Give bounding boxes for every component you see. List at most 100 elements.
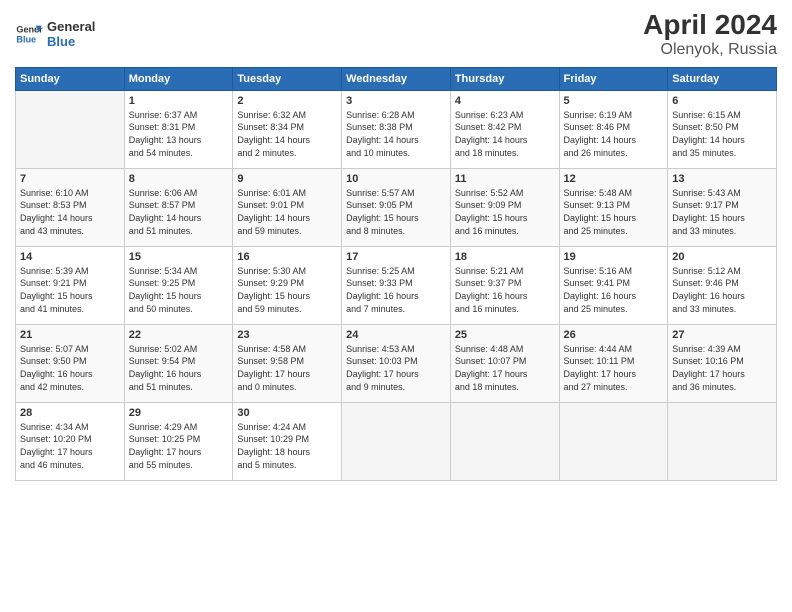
day-info: Sunrise: 5:02 AMSunset: 9:54 PMDaylight:… <box>129 343 229 393</box>
day-number: 19 <box>564 251 664 263</box>
day-number: 4 <box>455 95 555 107</box>
day-info: Sunrise: 5:48 AMSunset: 9:13 PMDaylight:… <box>564 187 664 237</box>
day-number: 29 <box>129 407 229 419</box>
day-info: Sunrise: 4:29 AMSunset: 10:25 PMDaylight… <box>129 421 229 471</box>
day-info: Sunrise: 4:24 AMSunset: 10:29 PMDaylight… <box>237 421 337 471</box>
calendar-cell: 14 Sunrise: 5:39 AMSunset: 9:21 PMDayligh… <box>16 246 125 324</box>
day-info: Sunrise: 6:23 AMSunset: 8:42 PMDaylight:… <box>455 109 555 159</box>
logo-text: General Blue <box>47 19 95 50</box>
calendar-cell: 11 Sunrise: 5:52 AMSunset: 9:09 PMDayligh… <box>450 168 559 246</box>
calendar-cell: 17Sunrise: 5:25 AMSunset: 9:33 PMDayligh… <box>342 246 451 324</box>
day-header-friday: Friday <box>559 67 668 90</box>
day-number: 12 <box>564 173 664 185</box>
day-info: Sunrise: 4:58 AMSunset: 9:58 PMDaylight:… <box>237 343 337 393</box>
calendar-cell: 3 Sunrise: 6:28 AMSunset: 8:38 PMDaylight… <box>342 90 451 168</box>
calendar-cell: 23Sunrise: 4:58 AMSunset: 9:58 PMDayligh… <box>233 324 342 402</box>
day-number: 21 <box>20 329 120 341</box>
calendar-title: April 2024 <box>643 10 777 41</box>
day-number: 22 <box>129 329 229 341</box>
day-info: Sunrise: 5:21 AMSunset: 9:37 PMDaylight:… <box>455 265 555 315</box>
day-info: Sunrise: 5:25 AMSunset: 9:33 PMDaylight:… <box>346 265 446 315</box>
day-header-sunday: Sunday <box>16 67 125 90</box>
calendar-cell <box>450 402 559 480</box>
week-row-5: 28 Sunrise: 4:34 AMSunset: 10:20 PMDaylig… <box>16 402 777 480</box>
calendar-cell: 24 Sunrise: 4:53 AMSunset: 10:03 PMDaylig… <box>342 324 451 402</box>
day-number: 11 <box>455 173 555 185</box>
day-number: 1 <box>129 95 229 107</box>
day-number: 18 <box>455 251 555 263</box>
calendar-cell: 10 Sunrise: 5:57 AMSunset: 9:05 PMDayligh… <box>342 168 451 246</box>
calendar-cell: 30 Sunrise: 4:24 AMSunset: 10:29 PMDaylig… <box>233 402 342 480</box>
day-number: 26 <box>564 329 664 341</box>
day-info: Sunrise: 5:30 AMSunset: 9:29 PMDaylight:… <box>237 265 337 315</box>
calendar-cell: 25Sunrise: 4:48 AMSunset: 10:07 PMDaylig… <box>450 324 559 402</box>
calendar-cell: 4 Sunrise: 6:23 AMSunset: 8:42 PMDaylight… <box>450 90 559 168</box>
day-info: Sunrise: 6:37 AMSunset: 8:31 PMDaylight:… <box>129 109 229 159</box>
day-info: Sunrise: 4:53 AMSunset: 10:03 PMDaylight… <box>346 343 446 393</box>
calendar-cell: 18 Sunrise: 5:21 AMSunset: 9:37 PMDayligh… <box>450 246 559 324</box>
calendar-cell: 13 Sunrise: 5:43 AMSunset: 9:17 PMDayligh… <box>668 168 777 246</box>
calendar-cell: 1 Sunrise: 6:37 AMSunset: 8:31 PMDaylight… <box>124 90 233 168</box>
day-number: 24 <box>346 329 446 341</box>
header: General Blue General Blue April 2024 Ole… <box>15 10 777 59</box>
day-info: Sunrise: 5:39 AMSunset: 9:21 PMDaylight:… <box>20 265 120 315</box>
day-info: Sunrise: 4:34 AMSunset: 10:20 PMDaylight… <box>20 421 120 471</box>
calendar-cell: 26 Sunrise: 4:44 AMSunset: 10:11 PMDaylig… <box>559 324 668 402</box>
day-number: 2 <box>237 95 337 107</box>
day-header-thursday: Thursday <box>450 67 559 90</box>
day-info: Sunrise: 5:34 AMSunset: 9:25 PMDaylight:… <box>129 265 229 315</box>
day-number: 14 <box>20 251 120 263</box>
calendar-cell: 2 Sunrise: 6:32 AMSunset: 8:34 PMDaylight… <box>233 90 342 168</box>
calendar-cell <box>342 402 451 480</box>
day-info: Sunrise: 5:57 AMSunset: 9:05 PMDaylight:… <box>346 187 446 237</box>
calendar-cell: 5Sunrise: 6:19 AMSunset: 8:46 PMDaylight… <box>559 90 668 168</box>
calendar-subtitle: Olenyok, Russia <box>643 41 777 59</box>
calendar-table: SundayMondayTuesdayWednesdayThursdayFrid… <box>15 67 777 481</box>
calendar-cell <box>668 402 777 480</box>
calendar-cell: 15 Sunrise: 5:34 AMSunset: 9:25 PMDayligh… <box>124 246 233 324</box>
day-info: Sunrise: 5:52 AMSunset: 9:09 PMDaylight:… <box>455 187 555 237</box>
day-number: 30 <box>237 407 337 419</box>
calendar-cell: 9Sunrise: 6:01 AMSunset: 9:01 PMDaylight… <box>233 168 342 246</box>
day-number: 27 <box>672 329 772 341</box>
calendar-header: SundayMondayTuesdayWednesdayThursdayFrid… <box>16 67 777 90</box>
logo-icon: General Blue <box>15 20 43 48</box>
day-info: Sunrise: 4:39 AMSunset: 10:16 PMDaylight… <box>672 343 772 393</box>
day-number: 3 <box>346 95 446 107</box>
page-container: General Blue General Blue April 2024 Ole… <box>0 0 792 491</box>
week-row-3: 14 Sunrise: 5:39 AMSunset: 9:21 PMDayligh… <box>16 246 777 324</box>
day-info: Sunrise: 4:44 AMSunset: 10:11 PMDaylight… <box>564 343 664 393</box>
week-row-1: 1 Sunrise: 6:37 AMSunset: 8:31 PMDaylight… <box>16 90 777 168</box>
logo-line2: Blue <box>47 34 95 50</box>
day-number: 10 <box>346 173 446 185</box>
week-row-2: 7 Sunrise: 6:10 AMSunset: 8:53 PMDaylight… <box>16 168 777 246</box>
day-header-tuesday: Tuesday <box>233 67 342 90</box>
day-info: Sunrise: 6:32 AMSunset: 8:34 PMDaylight:… <box>237 109 337 159</box>
day-info: Sunrise: 5:43 AMSunset: 9:17 PMDaylight:… <box>672 187 772 237</box>
day-number: 15 <box>129 251 229 263</box>
day-info: Sunrise: 6:10 AMSunset: 8:53 PMDaylight:… <box>20 187 120 237</box>
day-header-wednesday: Wednesday <box>342 67 451 90</box>
day-info: Sunrise: 6:28 AMSunset: 8:38 PMDaylight:… <box>346 109 446 159</box>
calendar-cell <box>16 90 125 168</box>
calendar-cell: 28 Sunrise: 4:34 AMSunset: 10:20 PMDaylig… <box>16 402 125 480</box>
day-number: 7 <box>20 173 120 185</box>
day-info: Sunrise: 6:06 AMSunset: 8:57 PMDaylight:… <box>129 187 229 237</box>
day-info: Sunrise: 6:15 AMSunset: 8:50 PMDaylight:… <box>672 109 772 159</box>
day-number: 20 <box>672 251 772 263</box>
calendar-body: 1 Sunrise: 6:37 AMSunset: 8:31 PMDaylight… <box>16 90 777 480</box>
calendar-cell: 7 Sunrise: 6:10 AMSunset: 8:53 PMDaylight… <box>16 168 125 246</box>
day-number: 13 <box>672 173 772 185</box>
header-row: SundayMondayTuesdayWednesdayThursdayFrid… <box>16 67 777 90</box>
logo: General Blue General Blue <box>15 19 95 50</box>
calendar-cell: 22 Sunrise: 5:02 AMSunset: 9:54 PMDayligh… <box>124 324 233 402</box>
day-info: Sunrise: 4:48 AMSunset: 10:07 PMDaylight… <box>455 343 555 393</box>
calendar-cell: 16 Sunrise: 5:30 AMSunset: 9:29 PMDayligh… <box>233 246 342 324</box>
day-number: 28 <box>20 407 120 419</box>
calendar-cell: 20Sunrise: 5:12 AMSunset: 9:46 PMDayligh… <box>668 246 777 324</box>
day-number: 16 <box>237 251 337 263</box>
day-header-monday: Monday <box>124 67 233 90</box>
day-header-saturday: Saturday <box>668 67 777 90</box>
day-info: Sunrise: 6:01 AMSunset: 9:01 PMDaylight:… <box>237 187 337 237</box>
day-number: 8 <box>129 173 229 185</box>
